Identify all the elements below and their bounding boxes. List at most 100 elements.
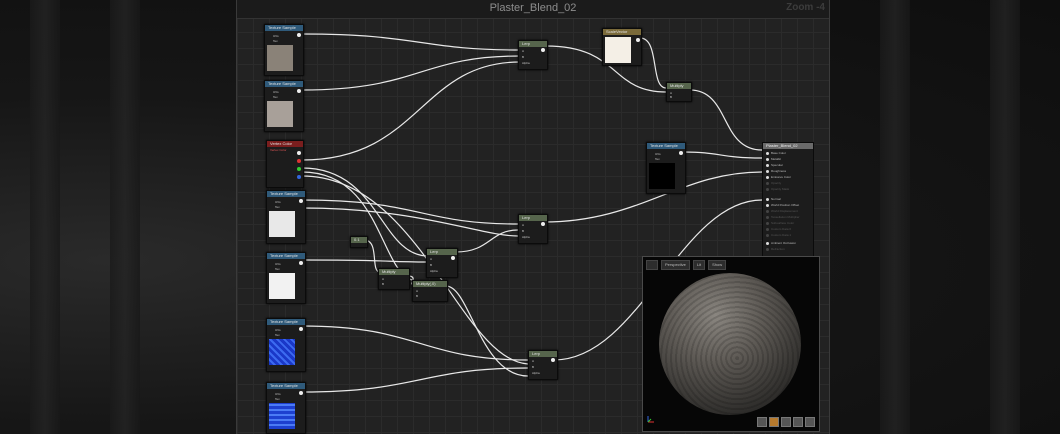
node-header: Lerp xyxy=(529,351,557,357)
pin-label: A xyxy=(532,359,535,363)
node-header: Texture Sample xyxy=(267,383,305,389)
lerp-node[interactable]: Lerp A B Alpha xyxy=(426,248,458,278)
preview-shape-tools xyxy=(757,417,815,427)
pin-label: Alpha xyxy=(532,371,540,375)
node-header: Texture Sample xyxy=(267,191,305,197)
pin-label: UVs xyxy=(275,392,281,396)
plane-icon[interactable] xyxy=(781,417,791,427)
texture-sample-node[interactable]: Texture Sample UVs Tex xyxy=(266,252,306,304)
pin-label: A xyxy=(430,257,433,261)
multiply-node[interactable]: Multiply A B xyxy=(666,82,692,102)
output-pin[interactable] xyxy=(541,222,545,226)
pin-label: B xyxy=(522,229,525,233)
wire xyxy=(301,367,529,393)
lerp-node[interactable]: Lerp A B Alpha xyxy=(528,350,558,380)
scalar-parameter-node[interactable]: ScaleVector xyxy=(602,28,642,66)
output-pin-red[interactable] xyxy=(297,159,301,163)
result-pin[interactable]: Custom Data 1 xyxy=(766,233,791,237)
vertex-color-node[interactable]: Vertex Color Vertex Color xyxy=(266,140,304,188)
output-pin[interactable] xyxy=(679,151,683,155)
lerp-node[interactable]: Lerp A B Alpha xyxy=(518,214,548,244)
output-pin-blue[interactable] xyxy=(297,175,301,179)
pin-label: Alpha xyxy=(522,61,530,65)
result-pin[interactable]: Normal xyxy=(766,197,781,201)
node-header: Lerp xyxy=(427,249,457,255)
result-pin[interactable]: Custom Data 0 xyxy=(766,227,791,231)
result-pin[interactable]: Emissive Color xyxy=(766,175,791,179)
node-subtitle: Vertex Color xyxy=(270,148,287,152)
texture-thumbnail xyxy=(267,101,293,127)
wire xyxy=(301,207,519,237)
texture-sample-node[interactable]: Texture Sample UVs Tex xyxy=(266,382,306,434)
texture-thumbnail xyxy=(269,339,295,365)
wire xyxy=(683,151,763,159)
output-pin-green[interactable] xyxy=(297,167,301,171)
result-pin[interactable]: Ambient Occlusion xyxy=(766,241,796,245)
result-pin[interactable]: Roughness xyxy=(766,169,786,173)
material-result-node[interactable]: Plaster_Blend_02 Base Color Metallic Spe… xyxy=(762,142,814,258)
result-pin[interactable]: Refraction xyxy=(766,247,785,251)
pin-label: A xyxy=(382,277,385,281)
output-pin[interactable] xyxy=(299,391,303,395)
output-pin[interactable] xyxy=(299,199,303,203)
pin-label: A xyxy=(522,49,525,53)
lit-button[interactable]: Lit xyxy=(692,260,706,270)
result-pin[interactable]: Specular xyxy=(766,163,783,167)
result-pin[interactable]: Subsurface Color xyxy=(766,221,794,225)
wire xyxy=(445,285,529,377)
multiply-node[interactable]: Multiply(,0) A B xyxy=(412,280,448,302)
node-header: Plaster_Blend_02 xyxy=(763,143,813,149)
output-pin[interactable] xyxy=(541,48,545,52)
constant-node[interactable]: 0.1 xyxy=(350,236,368,248)
pin-label: Tex xyxy=(275,205,280,209)
output-pin[interactable] xyxy=(297,89,301,93)
pin-label: UVs xyxy=(275,200,281,204)
node-header: Texture Sample xyxy=(647,143,685,149)
node-header: Multiply xyxy=(379,269,409,275)
output-pin[interactable] xyxy=(299,261,303,265)
result-pin[interactable]: Metallic xyxy=(766,157,781,161)
cube-icon[interactable] xyxy=(793,417,803,427)
result-pin[interactable]: World Position Offset xyxy=(766,203,799,207)
output-pin[interactable] xyxy=(451,256,455,260)
wire xyxy=(455,229,519,253)
output-pin[interactable] xyxy=(297,151,301,155)
material-preview-viewport[interactable]: Perspective Lit Show xyxy=(642,256,820,432)
output-pin[interactable] xyxy=(297,33,301,37)
output-pin[interactable] xyxy=(636,38,640,42)
texture-thumbnail xyxy=(649,163,675,189)
result-pin[interactable]: Base Color xyxy=(766,151,786,155)
preview-menu-button[interactable] xyxy=(646,260,658,270)
texture-sample-node[interactable]: Texture Sample UVs Tex xyxy=(646,142,686,194)
wire xyxy=(301,199,519,225)
preview-toolbar: Perspective Lit Show xyxy=(646,260,727,270)
result-pin[interactable]: Opacity Mask xyxy=(766,187,789,191)
texture-sample-node[interactable]: Texture Sample UVs Tex xyxy=(266,318,306,372)
multiply-node[interactable]: Multiply A B xyxy=(378,268,410,290)
result-pin[interactable]: Opacity xyxy=(766,181,781,185)
texture-sample-node[interactable]: Texture Sample UVs Tex xyxy=(264,24,304,76)
wire xyxy=(639,37,667,89)
cylinder-icon[interactable] xyxy=(757,417,767,427)
texture-thumbnail xyxy=(269,211,295,237)
node-header: Texture Sample xyxy=(265,81,303,87)
output-pin[interactable] xyxy=(299,327,303,331)
node-header: Texture Sample xyxy=(267,319,305,325)
output-pin[interactable] xyxy=(551,358,555,362)
result-pin[interactable]: World Displacement xyxy=(766,209,798,213)
perspective-button[interactable]: Perspective xyxy=(661,260,690,270)
texture-sample-node[interactable]: Texture Sample UVs Tex xyxy=(266,190,306,244)
pin-label: B xyxy=(532,365,535,369)
node-header: Lerp xyxy=(519,41,547,47)
lerp-node[interactable]: Lerp A B Alpha xyxy=(518,40,548,70)
teapot-icon[interactable] xyxy=(805,417,815,427)
result-pin[interactable]: Tessellation Multiplier xyxy=(766,215,800,219)
pin-label: UVs xyxy=(275,262,281,266)
show-button[interactable]: Show xyxy=(708,260,727,270)
node-header: Texture Sample xyxy=(267,253,305,259)
pin-label: UVs xyxy=(273,90,279,94)
pin-label: UVs xyxy=(275,328,281,332)
wire xyxy=(301,171,413,281)
texture-sample-node[interactable]: Texture Sample UVs Tex xyxy=(264,80,304,132)
sphere-icon[interactable] xyxy=(769,417,779,427)
